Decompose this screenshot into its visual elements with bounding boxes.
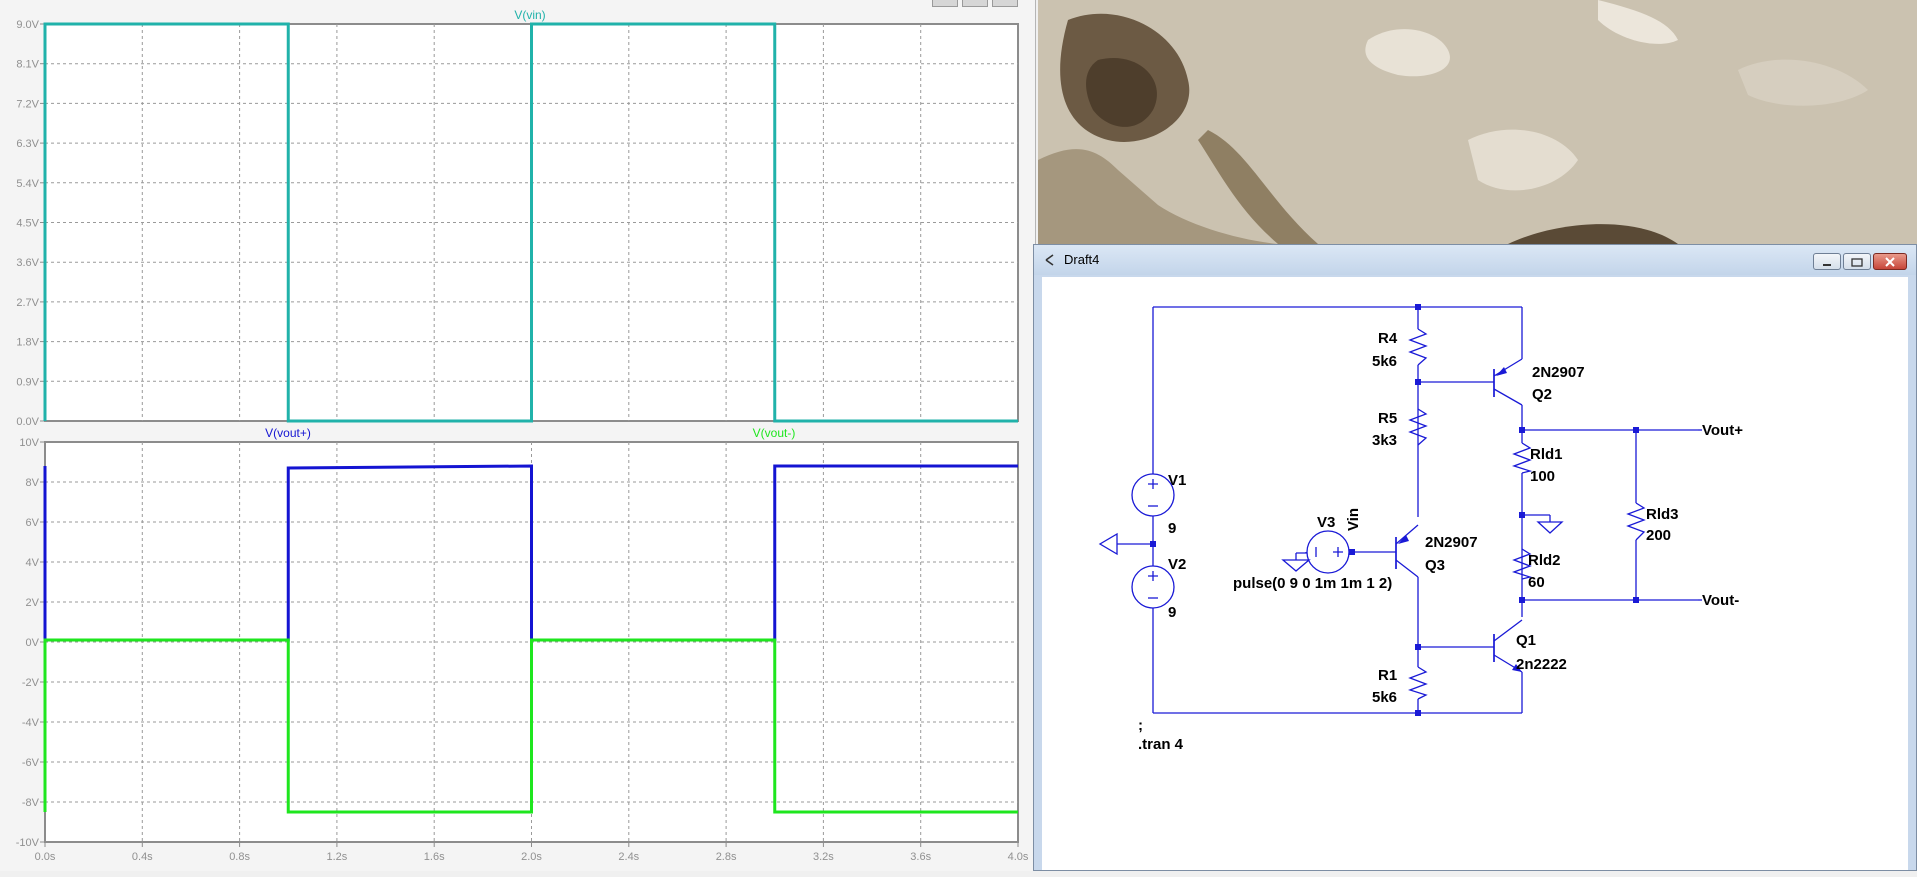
x-tick-label: 0.8s xyxy=(229,851,250,863)
y-tick-label: 0.9V xyxy=(16,376,39,388)
plot-pane-bottom: V(vout+) V(vout-) 10V 8V 6V 4V 2V 0V -2V -4V -6V… xyxy=(16,426,1019,849)
label-rld3-value: 200 xyxy=(1646,527,1671,544)
schematic-canvas[interactable]: R4 5k6 R5 3k3 R1 5k6 2N2907 Q2 2N2907 Q3… xyxy=(1042,277,1908,870)
label-q3-name: Q3 xyxy=(1425,557,1445,574)
ground-icon-mid xyxy=(1536,515,1564,534)
trace-label-vout-minus[interactable]: V(vout-) xyxy=(753,426,796,440)
transistors xyxy=(1395,369,1495,662)
trace-label-vin[interactable]: V(vin) xyxy=(514,8,545,22)
label-q2-name: Q2 xyxy=(1532,386,1552,403)
y-tick-label: 2V xyxy=(26,597,40,609)
y-tick-label: 0V xyxy=(26,637,40,649)
y-tick-label: -2V xyxy=(22,677,40,689)
x-tick-label: 0.0s xyxy=(35,851,56,863)
y-tick-label: 6V xyxy=(26,517,40,529)
y-tick-label: 7.2V xyxy=(16,98,39,110)
directive-tran: .tran 4 xyxy=(1138,736,1184,753)
label-rld2-value: 60 xyxy=(1528,574,1545,591)
background-image xyxy=(1038,0,1917,244)
label-q1-name: Q1 xyxy=(1516,632,1536,649)
resistor-r4 xyxy=(1408,328,1428,366)
resistor-rld1 xyxy=(1511,442,1533,474)
waveform-plot-area[interactable]: V(vin) 9.0V 8.1V 7.2V 6.3V 5.4V 4.5V 3.6V 2.7V 1… xyxy=(0,0,1036,871)
minimize-button[interactable] xyxy=(1813,253,1841,270)
label-rld2-name: Rld2 xyxy=(1528,552,1561,569)
label-q1-model: 2n2222 xyxy=(1516,656,1567,673)
ground-icon-left xyxy=(1098,532,1118,556)
y-tick-label: 6.3V xyxy=(16,138,39,150)
close-button[interactable] xyxy=(1873,253,1907,270)
y-tick-label: -4V xyxy=(22,717,40,729)
restore-button[interactable] xyxy=(1843,253,1871,270)
output-nets xyxy=(1698,429,1702,601)
x-tick-label: 3.2s xyxy=(813,851,834,863)
label-r1-value: 5k6 xyxy=(1372,689,1397,706)
y-tick-label: 10V xyxy=(19,437,39,449)
x-tick-label: 1.6s xyxy=(424,851,445,863)
x-tick-label: 1.2s xyxy=(327,851,348,863)
y-tick-label: 8.1V xyxy=(16,59,39,71)
resistor-r1 xyxy=(1407,666,1428,700)
x-tick-label: 2.8s xyxy=(716,851,737,863)
minimize-icon xyxy=(1823,263,1831,266)
y-tick-label: 1.8V xyxy=(16,337,39,349)
y-tick-label: -6V xyxy=(22,757,40,769)
label-v1-name: V1 xyxy=(1168,472,1186,489)
schematic-editor-window: Draft4 R4 5k6 R5 3k3 R1 5k6 2N2907 Q2 2N… xyxy=(1033,244,1917,871)
label-rld1-name: Rld1 xyxy=(1530,446,1563,463)
ground-icon-v3 xyxy=(1281,553,1311,572)
wires xyxy=(1117,306,1698,714)
x-tick-label: 0.4s xyxy=(132,851,153,863)
waveform-viewer-window: V(vin) 9.0V 8.1V 7.2V 6.3V 5.4V 4.5V 3.6V 2.7V 1… xyxy=(0,0,1036,871)
label-v3-name: V3 xyxy=(1317,514,1335,531)
y-tick-label: -10V xyxy=(16,837,40,849)
label-r5-name: R5 xyxy=(1378,410,1397,427)
y-tick-label: 4V xyxy=(26,557,40,569)
close-icon xyxy=(1885,256,1895,267)
window-titlebar[interactable]: Draft4 xyxy=(1034,245,1916,275)
label-v1-value: 9 xyxy=(1168,520,1176,537)
label-rld3-name: Rld3 xyxy=(1646,506,1679,523)
label-r1-name: R1 xyxy=(1378,667,1397,684)
y-tick-label: 8V xyxy=(26,477,40,489)
y-tick-label: 0.0V xyxy=(16,416,39,428)
label-r4-value: 5k6 xyxy=(1372,353,1397,370)
y-tick-label: 5.4V xyxy=(16,178,39,190)
x-tick-label: 2.0s xyxy=(521,851,542,863)
label-r4-name: R4 xyxy=(1378,330,1398,347)
q3-emitter-arrow xyxy=(1398,535,1409,544)
restore-icon xyxy=(1851,257,1863,267)
net-label-vout-minus: Vout- xyxy=(1702,592,1739,609)
net-label-vin: Vin xyxy=(1345,508,1362,531)
label-q2-model: 2N2907 xyxy=(1532,364,1585,381)
resistor-rld3 xyxy=(1626,502,1646,541)
label-v2-value: 9 xyxy=(1168,604,1176,621)
label-r5-value: 3k3 xyxy=(1372,432,1397,449)
desktop-background-photo xyxy=(1038,0,1917,244)
y-tick-label: 4.5V xyxy=(16,218,39,230)
plot-pane-top: V(vin) 9.0V 8.1V 7.2V 6.3V 5.4V 4.5V 3.6V 2.7V 1… xyxy=(16,8,1019,428)
component-labels: R4 5k6 R5 3k3 R1 5k6 2N2907 Q2 2N2907 Q3… xyxy=(1138,330,1743,753)
label-v2-name: V2 xyxy=(1168,556,1186,573)
net-label-vout-plus: Vout+ xyxy=(1702,422,1743,439)
x-tick-label: 2.4s xyxy=(618,851,639,863)
y-tick-label: 3.6V xyxy=(16,257,39,269)
circuit-schematic[interactable]: R4 5k6 R5 3k3 R1 5k6 2N2907 Q2 2N2907 Q3… xyxy=(1042,277,1908,872)
y-tick-label: 2.7V xyxy=(16,297,39,309)
label-rld1-value: 100 xyxy=(1530,468,1555,485)
transistor-arrows xyxy=(1398,367,1522,672)
y-tick-label: 9.0V xyxy=(16,19,39,31)
directive-comment: ; xyxy=(1138,717,1143,734)
trace-label-vout-plus[interactable]: V(vout+) xyxy=(265,426,311,440)
window-title: Draft4 xyxy=(1064,252,1100,267)
x-tick-label: 4.0s xyxy=(1008,851,1029,863)
ltspice-icon xyxy=(1045,254,1054,266)
label-v3-value: pulse(0 9 0 1m 1m 1 2) xyxy=(1233,575,1392,592)
y-tick-label: -8V xyxy=(22,797,40,809)
label-q3-model: 2N2907 xyxy=(1425,534,1478,551)
x-tick-label: 3.6s xyxy=(910,851,931,863)
